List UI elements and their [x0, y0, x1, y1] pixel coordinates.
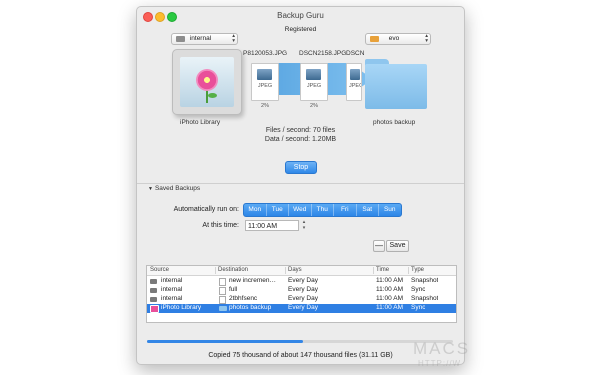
copy-progress-bar [147, 340, 453, 343]
save-button[interactable]: Save [386, 240, 409, 252]
day-toggle-sat[interactable]: Sat [357, 204, 379, 216]
registration-status: Registered [284, 26, 317, 33]
folder-icon [219, 305, 227, 311]
time-label: At this time: [202, 222, 239, 229]
files-per-second: Files / second: 70 files [265, 127, 336, 134]
file-type-label: JPEG [257, 83, 273, 89]
table-header: Source Destination Days Time Type [147, 266, 456, 276]
column-header-days[interactable]: Days [288, 267, 302, 273]
jpeg-file-icon: JPEG 2% [300, 63, 328, 109]
jpeg-file-icon: JPEG [346, 63, 362, 101]
document-icon [219, 296, 226, 304]
day-toggle-tue[interactable]: Tue [267, 204, 289, 216]
row-destination: full [229, 286, 238, 293]
column-header-destination[interactable]: Destination [218, 267, 248, 273]
row-type: Snapshot [411, 295, 439, 302]
weekday-selector[interactable]: Mon Tue Wed Thu Fri Sat Sun [243, 203, 402, 217]
row-source: internal [161, 295, 183, 302]
file-progress-percent: 2% [310, 103, 318, 109]
drive-icon [150, 287, 157, 293]
popup-arrows-icon: ▴ ▾ [232, 33, 235, 44]
row-destination: photos backup [229, 304, 272, 311]
disclosure-triangle-icon: ▼ [148, 186, 153, 192]
file-type-label: JPEG [349, 83, 362, 89]
folder-icon[interactable] [365, 59, 427, 109]
row-source: internal [161, 277, 183, 284]
table-row[interactable]: internal new incremen… Every Day 11:00 A… [147, 277, 456, 286]
title-bar: Backup Guru [137, 7, 464, 24]
run-on-label: Automatically run on: [173, 206, 239, 213]
iphoto-icon [150, 305, 159, 313]
source-volume-popup[interactable]: internal ▴ ▾ [171, 33, 238, 45]
destination-name: photos backup [373, 119, 416, 126]
row-days: Every Day [288, 277, 318, 284]
row-source: iPhoto Library [161, 304, 202, 311]
column-header-type[interactable]: Type [411, 267, 424, 273]
row-destination: new incremen… [229, 277, 276, 284]
day-toggle-thu[interactable]: Thu [312, 204, 334, 216]
row-type: Sync [411, 304, 426, 311]
stop-button[interactable]: Stop [285, 161, 317, 174]
watermark-url: HTTP://W [418, 359, 462, 368]
time-stepper[interactable]: ▴ ▾ [301, 219, 307, 231]
saved-backups-label: Saved Backups [154, 185, 201, 192]
transfer-file-name: P8120053.JPG [243, 50, 288, 57]
file-progress-percent: 2% [261, 103, 269, 109]
source-name: iPhoto Library [180, 119, 221, 126]
row-time: 11:00 AM [376, 286, 403, 293]
source-volume-label: internal [189, 35, 212, 42]
copy-progress-fill [147, 340, 304, 343]
watermark-text: MACS [413, 339, 471, 358]
drive-icon [150, 278, 157, 284]
row-type: Snapshot [411, 277, 439, 284]
row-days: Every Day [288, 295, 318, 302]
row-days: Every Day [288, 304, 318, 311]
row-source: internal [161, 286, 183, 293]
saved-backups-table: Source Destination Days Time Type intern… [146, 265, 457, 323]
column-header-time[interactable]: Time [376, 267, 389, 273]
row-time: 11:00 AM [376, 295, 403, 302]
table-row-selected[interactable]: iPhoto Library photos backup Every Day 1… [147, 304, 456, 313]
drive-icon [150, 296, 157, 302]
row-type: Sync [411, 286, 426, 293]
destination-volume-popup[interactable]: evo ▴ ▾ [365, 33, 431, 45]
saved-backups-disclosure[interactable]: ▼ Saved Backups [148, 185, 200, 192]
document-icon [219, 287, 226, 295]
day-toggle-mon[interactable]: Mon [244, 204, 267, 216]
file-type-label: JPEG [306, 83, 322, 89]
column-header-source[interactable]: Source [150, 267, 169, 273]
day-toggle-fri[interactable]: Fri [334, 204, 357, 216]
row-time: 11:00 AM [376, 277, 403, 284]
section-divider [137, 183, 464, 184]
row-time: 11:00 AM [376, 304, 403, 311]
time-field[interactable]: 11:00 AM [245, 220, 299, 231]
app-window: Backup Guru Registered internal ▴ ▾ evo ▴… [136, 6, 465, 365]
jpeg-file-icon: JPEG 2% [251, 63, 279, 109]
table-row[interactable]: internal 2tbhfsenc Every Day 11:00 AM Sn… [147, 295, 456, 304]
iphoto-library-icon[interactable] [172, 49, 242, 115]
transfer-file-name: DSCN [346, 50, 365, 57]
data-per-second: Data / second: 1.20MB [264, 136, 337, 143]
window-title: Backup Guru [277, 11, 324, 20]
day-toggle-wed[interactable]: Wed [289, 204, 312, 216]
row-destination: 2tbhfsenc [229, 295, 258, 302]
popup-arrows-icon: ▴ ▾ [425, 33, 428, 44]
table-row[interactable]: internal full Every Day 11:00 AM Sync [147, 286, 456, 295]
transfer-file-name: DSCN2158.JPG [299, 50, 347, 57]
remove-backup-button[interactable]: — [373, 240, 385, 252]
row-days: Every Day [288, 286, 318, 293]
day-toggle-sun[interactable]: Sun [379, 204, 401, 216]
document-icon [219, 278, 226, 286]
destination-volume-label: evo [388, 35, 400, 42]
